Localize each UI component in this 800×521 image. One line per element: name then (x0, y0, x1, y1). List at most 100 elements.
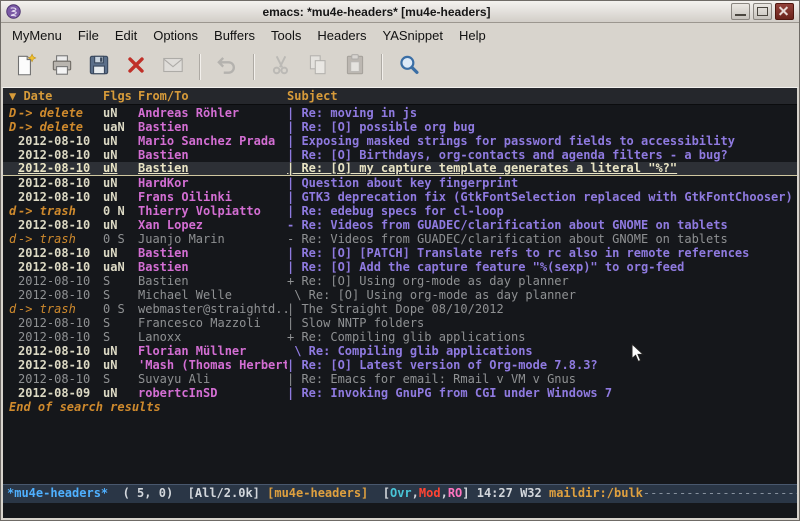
message-from: Andreas Röhler (138, 106, 287, 120)
message-row[interactable]: D-> deleteuNAndreas Röhler| Re: moving i… (3, 106, 797, 120)
message-from: HardKor (138, 176, 287, 190)
message-row[interactable]: 2012-08-10uNFlorian Müllner \ Re: Compil… (3, 344, 797, 358)
message-mark: d (9, 232, 18, 246)
menu-yasnippet[interactable]: YASnippet (374, 25, 450, 46)
modeline-segment: *mu4e-headers* (7, 486, 108, 500)
message-date: 2012-08-10 (18, 372, 103, 386)
message-flags: S (103, 372, 138, 386)
message-date: 2012-08-10 (18, 316, 103, 330)
cut-button[interactable] (264, 51, 298, 83)
message-flags: S (103, 274, 138, 288)
message-row[interactable]: 2012-08-10uN'Mash (Thomas Herbert)| Re: … (3, 358, 797, 372)
column-header-flags[interactable]: Flgs (103, 88, 138, 104)
message-row[interactable]: d-> trash0 Swebmaster@straightd...| The … (3, 302, 797, 316)
search-button[interactable] (392, 51, 426, 83)
message-row[interactable]: 2012-08-09uNrobertcInSD| Re: Invoking Gn… (3, 386, 797, 400)
headers-column-bar[interactable]: ▼ Date Flgs From/To Subject (3, 88, 797, 105)
message-row[interactable]: 2012-08-10SBastien+ Re: [O] Using org-mo… (3, 274, 797, 288)
undo-icon (214, 52, 240, 83)
message-mark (9, 134, 18, 148)
message-row[interactable]: D-> deleteuaNBastien| Re: [O] possible o… (3, 120, 797, 134)
undo-button[interactable] (210, 51, 244, 83)
emacs-window: emacs: *mu4e-headers* [mu4e-headers] MyM… (0, 0, 800, 521)
message-row[interactable]: 2012-08-10uNBastien| Re: [O] Birthdays, … (3, 148, 797, 162)
column-header-date[interactable]: ▼ Date (9, 88, 103, 104)
message-from: 'Mash (Thomas Herbert) (138, 358, 287, 372)
minimize-button[interactable] (731, 3, 750, 20)
message-subject: + Re: [O] Using org-mode as day planner (287, 274, 797, 288)
message-flags: uN (103, 386, 138, 400)
cut-icon (268, 52, 294, 83)
search-icon (396, 52, 422, 83)
message-date: -> trash (18, 302, 103, 316)
modeline-segment: RO (448, 486, 462, 500)
message-row[interactable]: 2012-08-10uNFrans Oilinki| GTK3 deprecat… (3, 190, 797, 204)
column-header-subject[interactable]: Subject (287, 88, 797, 104)
message-flags: uN (103, 344, 138, 358)
toolbar-separator (253, 54, 255, 80)
window-title: emacs: *mu4e-headers* [mu4e-headers] (25, 5, 728, 19)
message-flags: uN (103, 162, 138, 175)
message-from: robertcInSD (138, 386, 287, 400)
message-mark (9, 246, 18, 260)
message-row[interactable]: 2012-08-10uNBastien| Re: [O] [PATCH] Tra… (3, 246, 797, 260)
menu-headers[interactable]: Headers (309, 25, 374, 46)
message-mark: D (9, 106, 18, 120)
close-button[interactable] (119, 51, 153, 83)
new-file-button[interactable] (8, 51, 42, 83)
menu-edit[interactable]: Edit (107, 25, 145, 46)
message-mark (9, 386, 18, 400)
message-from: Thierry Volpiatto (138, 204, 287, 218)
message-mark (9, 176, 18, 190)
message-subject: | Re: [O] Birthdays, org-contacts and ag… (287, 148, 797, 162)
message-subject: | Re: [O] Latest version of Org-mode 7.8… (287, 358, 797, 372)
message-row[interactable]: 2012-08-10uNBastien| Re: [O] my capture … (3, 162, 797, 176)
save-button[interactable] (82, 51, 116, 83)
mail-button[interactable] (156, 51, 190, 83)
message-row[interactable]: d-> trash0 SJuanjo Marin- Re: Videos fro… (3, 232, 797, 246)
menu-tools[interactable]: Tools (263, 25, 309, 46)
column-header-from[interactable]: From/To (138, 88, 287, 104)
echo-area[interactable] (3, 503, 797, 518)
modeline-segment: [mu4e-headers] (267, 486, 368, 500)
message-row[interactable]: 2012-08-10SSuvayu Ali| Re: Emacs for ema… (3, 372, 797, 386)
message-mark (9, 162, 18, 175)
end-of-results-text: End of search results (3, 400, 797, 414)
message-row[interactable]: 2012-08-10SMichael Welle \ Re: [O] Using… (3, 288, 797, 302)
titlebar[interactable]: emacs: *mu4e-headers* [mu4e-headers] (1, 1, 799, 23)
print-button[interactable] (45, 51, 79, 83)
copy-button[interactable] (301, 51, 335, 83)
message-flags: uN (103, 106, 138, 120)
message-date: 2012-08-10 (18, 190, 103, 204)
close-button[interactable] (775, 3, 794, 20)
message-row[interactable]: 2012-08-10uNMario Sanchez Prada| Exposin… (3, 134, 797, 148)
message-row[interactable]: 2012-08-10SFrancesco Mazzoli| Slow NNTP … (3, 316, 797, 330)
message-row[interactable]: d-> trash0 NThierry Volpiatto| Re: edebu… (3, 204, 797, 218)
message-subject: | Re: moving in js (287, 106, 797, 120)
message-row[interactable]: 2012-08-10uNXan Lopez- Re: Videos from G… (3, 218, 797, 232)
message-mark (9, 260, 18, 274)
maximize-button[interactable] (753, 3, 772, 20)
message-flags: 0 S (103, 232, 138, 246)
menu-buffers[interactable]: Buffers (206, 25, 263, 46)
message-mark: d (9, 302, 18, 316)
message-row[interactable]: 2012-08-10uaNBastien| Re: [O] Add the ca… (3, 260, 797, 274)
message-from: Michael Welle (138, 288, 287, 302)
message-row[interactable]: 2012-08-10uNHardKor| Question about key … (3, 176, 797, 190)
message-row[interactable]: 2012-08-10SLanoxx+ Re: Compiling glib ap… (3, 330, 797, 344)
menu-file[interactable]: File (70, 25, 107, 46)
message-flags: uN (103, 190, 138, 204)
mode-line[interactable]: *mu4e-headers* ( 5, 0) [All/2.0k] [mu4e-… (3, 484, 797, 503)
modeline-segment: ----------------------------------------… (643, 486, 797, 500)
modeline-segment: ] (462, 486, 476, 500)
menu-mymenu[interactable]: MyMenu (4, 25, 70, 46)
message-subject: - Re: Videos from GUADEC/clarification a… (287, 232, 797, 246)
mail-icon (160, 52, 186, 83)
message-subject: \ Re: [O] Using org-mode as day planner (287, 288, 797, 302)
paste-button[interactable] (338, 51, 372, 83)
menu-help[interactable]: Help (451, 25, 494, 46)
toolbar-separator (381, 54, 383, 80)
menu-options[interactable]: Options (145, 25, 206, 46)
message-from: Lanoxx (138, 330, 287, 344)
message-date: 2012-08-10 (18, 134, 103, 148)
